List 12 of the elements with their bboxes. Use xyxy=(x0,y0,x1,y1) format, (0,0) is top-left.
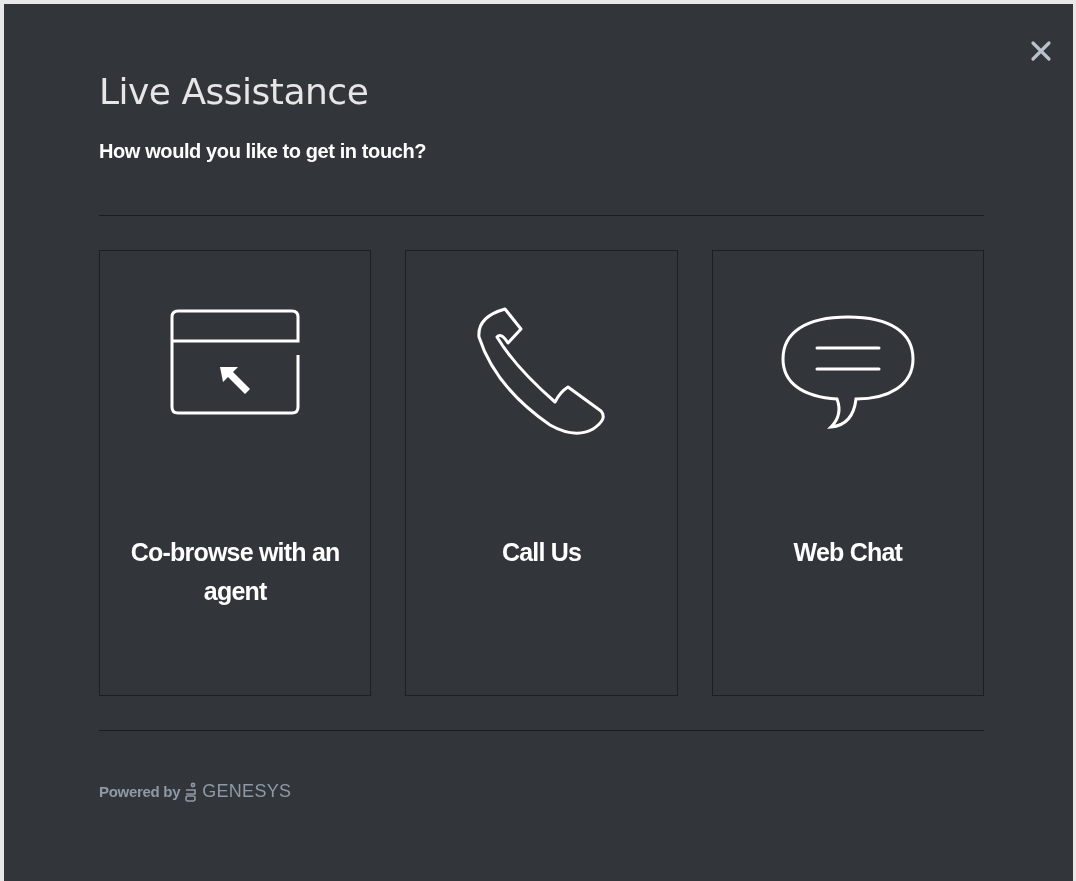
option-card[interactable]: Co-browse with an agent xyxy=(99,250,372,696)
option-card[interactable]: Web Chat xyxy=(711,250,984,696)
chat-bubble-icon xyxy=(780,315,915,431)
dialog-subtitle: How would you like to get in touch? xyxy=(99,140,428,163)
close-icon xyxy=(1030,40,1052,62)
phone-icon xyxy=(475,307,608,437)
dialog-title: Live Assistance xyxy=(99,70,370,114)
powered-by-text: Powered by xyxy=(99,783,181,800)
option-card[interactable]: Call Us xyxy=(405,250,678,696)
logo-icon xyxy=(185,781,198,802)
browser-window-arrow-icon xyxy=(170,309,301,415)
brand-name: GENESYS xyxy=(202,781,292,802)
